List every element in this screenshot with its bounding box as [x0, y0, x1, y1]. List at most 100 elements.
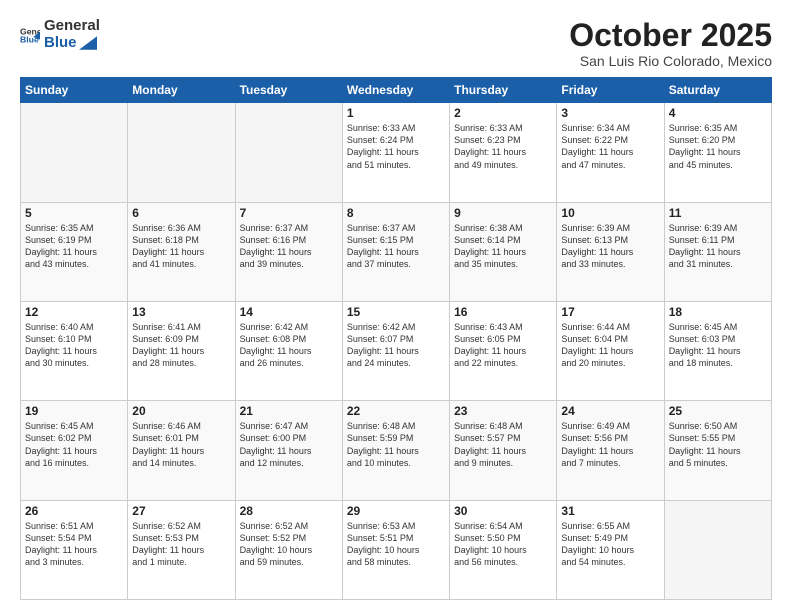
cell-day-number: 17 [561, 305, 659, 319]
title-block: October 2025 San Luis Rio Colorado, Mexi… [569, 18, 772, 69]
calendar-cell: 5 Sunrise: 6:35 AM Sunset: 6:19 PM Daylig… [21, 202, 128, 301]
cell-info: Sunrise: 6:36 AM Sunset: 6:18 PM Dayligh… [132, 222, 230, 271]
cell-info: Sunrise: 6:55 AM Sunset: 5:49 PM Dayligh… [561, 520, 659, 569]
cell-day-number: 10 [561, 206, 659, 220]
cell-info: Sunrise: 6:39 AM Sunset: 6:11 PM Dayligh… [669, 222, 767, 271]
calendar-cell: 25 Sunrise: 6:50 AM Sunset: 5:55 PM Dayli… [664, 401, 771, 500]
calendar-week-row: 5 Sunrise: 6:35 AM Sunset: 6:19 PM Daylig… [21, 202, 772, 301]
calendar-cell: 27Sunrise: 6:52 AM Sunset: 5:53 PM Dayli… [128, 500, 235, 599]
calendar-cell: 22 Sunrise: 6:48 AM Sunset: 5:59 PM Dayli… [342, 401, 449, 500]
cell-info: Sunrise: 6:48 AM Sunset: 5:57 PM Dayligh… [454, 420, 552, 469]
weekday-header-thursday: Thursday [450, 78, 557, 103]
calendar-cell: 16 Sunrise: 6:43 AM Sunset: 6:05 PM Dayli… [450, 301, 557, 400]
cell-day-number: 1 [347, 106, 445, 120]
calendar-cell: 31Sunrise: 6:55 AM Sunset: 5:49 PM Dayli… [557, 500, 664, 599]
calendar-cell: 18 Sunrise: 6:45 AM Sunset: 6:03 PM Dayli… [664, 301, 771, 400]
calendar-table: SundayMondayTuesdayWednesdayThursdayFrid… [20, 77, 772, 600]
weekday-header-friday: Friday [557, 78, 664, 103]
cell-info: Sunrise: 6:35 AM Sunset: 6:20 PM Dayligh… [669, 122, 767, 171]
cell-day-number: 21 [240, 404, 338, 418]
cell-info: Sunrise: 6:43 AM Sunset: 6:05 PM Dayligh… [454, 321, 552, 370]
calendar-cell: 8Sunrise: 6:37 AM Sunset: 6:15 PM Daylig… [342, 202, 449, 301]
cell-info: Sunrise: 6:53 AM Sunset: 5:51 PM Dayligh… [347, 520, 445, 569]
calendar-week-row: 26Sunrise: 6:51 AM Sunset: 5:54 PM Dayli… [21, 500, 772, 599]
calendar-cell: 7Sunrise: 6:37 AM Sunset: 6:16 PM Daylig… [235, 202, 342, 301]
cell-info: Sunrise: 6:35 AM Sunset: 6:19 PM Dayligh… [25, 222, 123, 271]
cell-info: Sunrise: 6:41 AM Sunset: 6:09 PM Dayligh… [132, 321, 230, 370]
weekday-header-monday: Monday [128, 78, 235, 103]
cell-day-number: 8 [347, 206, 445, 220]
calendar-cell: 1 Sunrise: 6:33 AM Sunset: 6:24 PM Daylig… [342, 103, 449, 202]
cell-day-number: 22 [347, 404, 445, 418]
calendar-cell [664, 500, 771, 599]
cell-info: Sunrise: 6:50 AM Sunset: 5:55 PM Dayligh… [669, 420, 767, 469]
weekday-header-saturday: Saturday [664, 78, 771, 103]
calendar-cell: 23 Sunrise: 6:48 AM Sunset: 5:57 PM Dayli… [450, 401, 557, 500]
calendar-cell: 11 Sunrise: 6:39 AM Sunset: 6:11 PM Dayli… [664, 202, 771, 301]
calendar-cell: 15 Sunrise: 6:42 AM Sunset: 6:07 PM Dayli… [342, 301, 449, 400]
calendar-cell: 24 Sunrise: 6:49 AM Sunset: 5:56 PM Dayli… [557, 401, 664, 500]
header: General Blue General Blue October 2025 S… [20, 18, 772, 69]
calendar-title: October 2025 [569, 18, 772, 53]
cell-day-number: 11 [669, 206, 767, 220]
cell-day-number: 24 [561, 404, 659, 418]
calendar-cell: 9 Sunrise: 6:38 AM Sunset: 6:14 PM Daylig… [450, 202, 557, 301]
logo-general: General [44, 18, 100, 35]
cell-info: Sunrise: 6:54 AM Sunset: 5:50 PM Dayligh… [454, 520, 552, 569]
cell-day-number: 18 [669, 305, 767, 319]
calendar-cell: 4 Sunrise: 6:35 AM Sunset: 6:20 PM Daylig… [664, 103, 771, 202]
page: General Blue General Blue October 2025 S… [0, 0, 792, 612]
cell-info: Sunrise: 6:44 AM Sunset: 6:04 PM Dayligh… [561, 321, 659, 370]
cell-day-number: 5 [25, 206, 123, 220]
cell-day-number: 15 [347, 305, 445, 319]
cell-info: Sunrise: 6:38 AM Sunset: 6:14 PM Dayligh… [454, 222, 552, 271]
logo-icon: General Blue [20, 25, 40, 45]
cell-day-number: 28 [240, 504, 338, 518]
cell-day-number: 4 [669, 106, 767, 120]
cell-day-number: 25 [669, 404, 767, 418]
weekday-header-tuesday: Tuesday [235, 78, 342, 103]
cell-day-number: 7 [240, 206, 338, 220]
cell-info: Sunrise: 6:52 AM Sunset: 5:52 PM Dayligh… [240, 520, 338, 569]
calendar-cell: 2Sunrise: 6:33 AM Sunset: 6:23 PM Daylig… [450, 103, 557, 202]
svg-text:Blue: Blue [20, 34, 39, 44]
calendar-cell [235, 103, 342, 202]
cell-info: Sunrise: 6:34 AM Sunset: 6:22 PM Dayligh… [561, 122, 659, 171]
cell-info: Sunrise: 6:42 AM Sunset: 6:07 PM Dayligh… [347, 321, 445, 370]
cell-day-number: 14 [240, 305, 338, 319]
calendar-cell: 29Sunrise: 6:53 AM Sunset: 5:51 PM Dayli… [342, 500, 449, 599]
cell-day-number: 6 [132, 206, 230, 220]
calendar-cell: 28 Sunrise: 6:52 AM Sunset: 5:52 PM Dayli… [235, 500, 342, 599]
calendar-week-row: 1 Sunrise: 6:33 AM Sunset: 6:24 PM Daylig… [21, 103, 772, 202]
cell-day-number: 27 [132, 504, 230, 518]
cell-day-number: 30 [454, 504, 552, 518]
cell-info: Sunrise: 6:40 AM Sunset: 6:10 PM Dayligh… [25, 321, 123, 370]
cell-info: Sunrise: 6:33 AM Sunset: 6:24 PM Dayligh… [347, 122, 445, 171]
calendar-cell: 17 Sunrise: 6:44 AM Sunset: 6:04 PM Dayli… [557, 301, 664, 400]
cell-info: Sunrise: 6:45 AM Sunset: 6:03 PM Dayligh… [669, 321, 767, 370]
cell-info: Sunrise: 6:45 AM Sunset: 6:02 PM Dayligh… [25, 420, 123, 469]
calendar-cell: 10Sunrise: 6:39 AM Sunset: 6:13 PM Dayli… [557, 202, 664, 301]
weekday-header-sunday: Sunday [21, 78, 128, 103]
cell-day-number: 9 [454, 206, 552, 220]
cell-info: Sunrise: 6:47 AM Sunset: 6:00 PM Dayligh… [240, 420, 338, 469]
calendar-cell: 19Sunrise: 6:45 AM Sunset: 6:02 PM Dayli… [21, 401, 128, 500]
calendar-cell: 6 Sunrise: 6:36 AM Sunset: 6:18 PM Daylig… [128, 202, 235, 301]
cell-day-number: 3 [561, 106, 659, 120]
cell-day-number: 12 [25, 305, 123, 319]
cell-info: Sunrise: 6:49 AM Sunset: 5:56 PM Dayligh… [561, 420, 659, 469]
cell-day-number: 20 [132, 404, 230, 418]
calendar-cell: 13Sunrise: 6:41 AM Sunset: 6:09 PM Dayli… [128, 301, 235, 400]
logo-blue: Blue [44, 35, 77, 52]
calendar-week-row: 12 Sunrise: 6:40 AM Sunset: 6:10 PM Dayli… [21, 301, 772, 400]
calendar-cell: 3 Sunrise: 6:34 AM Sunset: 6:22 PM Daylig… [557, 103, 664, 202]
cell-day-number: 16 [454, 305, 552, 319]
weekday-header-wednesday: Wednesday [342, 78, 449, 103]
calendar-cell [128, 103, 235, 202]
cell-info: Sunrise: 6:48 AM Sunset: 5:59 PM Dayligh… [347, 420, 445, 469]
cell-info: Sunrise: 6:46 AM Sunset: 6:01 PM Dayligh… [132, 420, 230, 469]
logo: General Blue General Blue [20, 18, 100, 51]
calendar-cell: 21 Sunrise: 6:47 AM Sunset: 6:00 PM Dayli… [235, 401, 342, 500]
cell-day-number: 23 [454, 404, 552, 418]
logo-triangle-icon [79, 36, 97, 50]
